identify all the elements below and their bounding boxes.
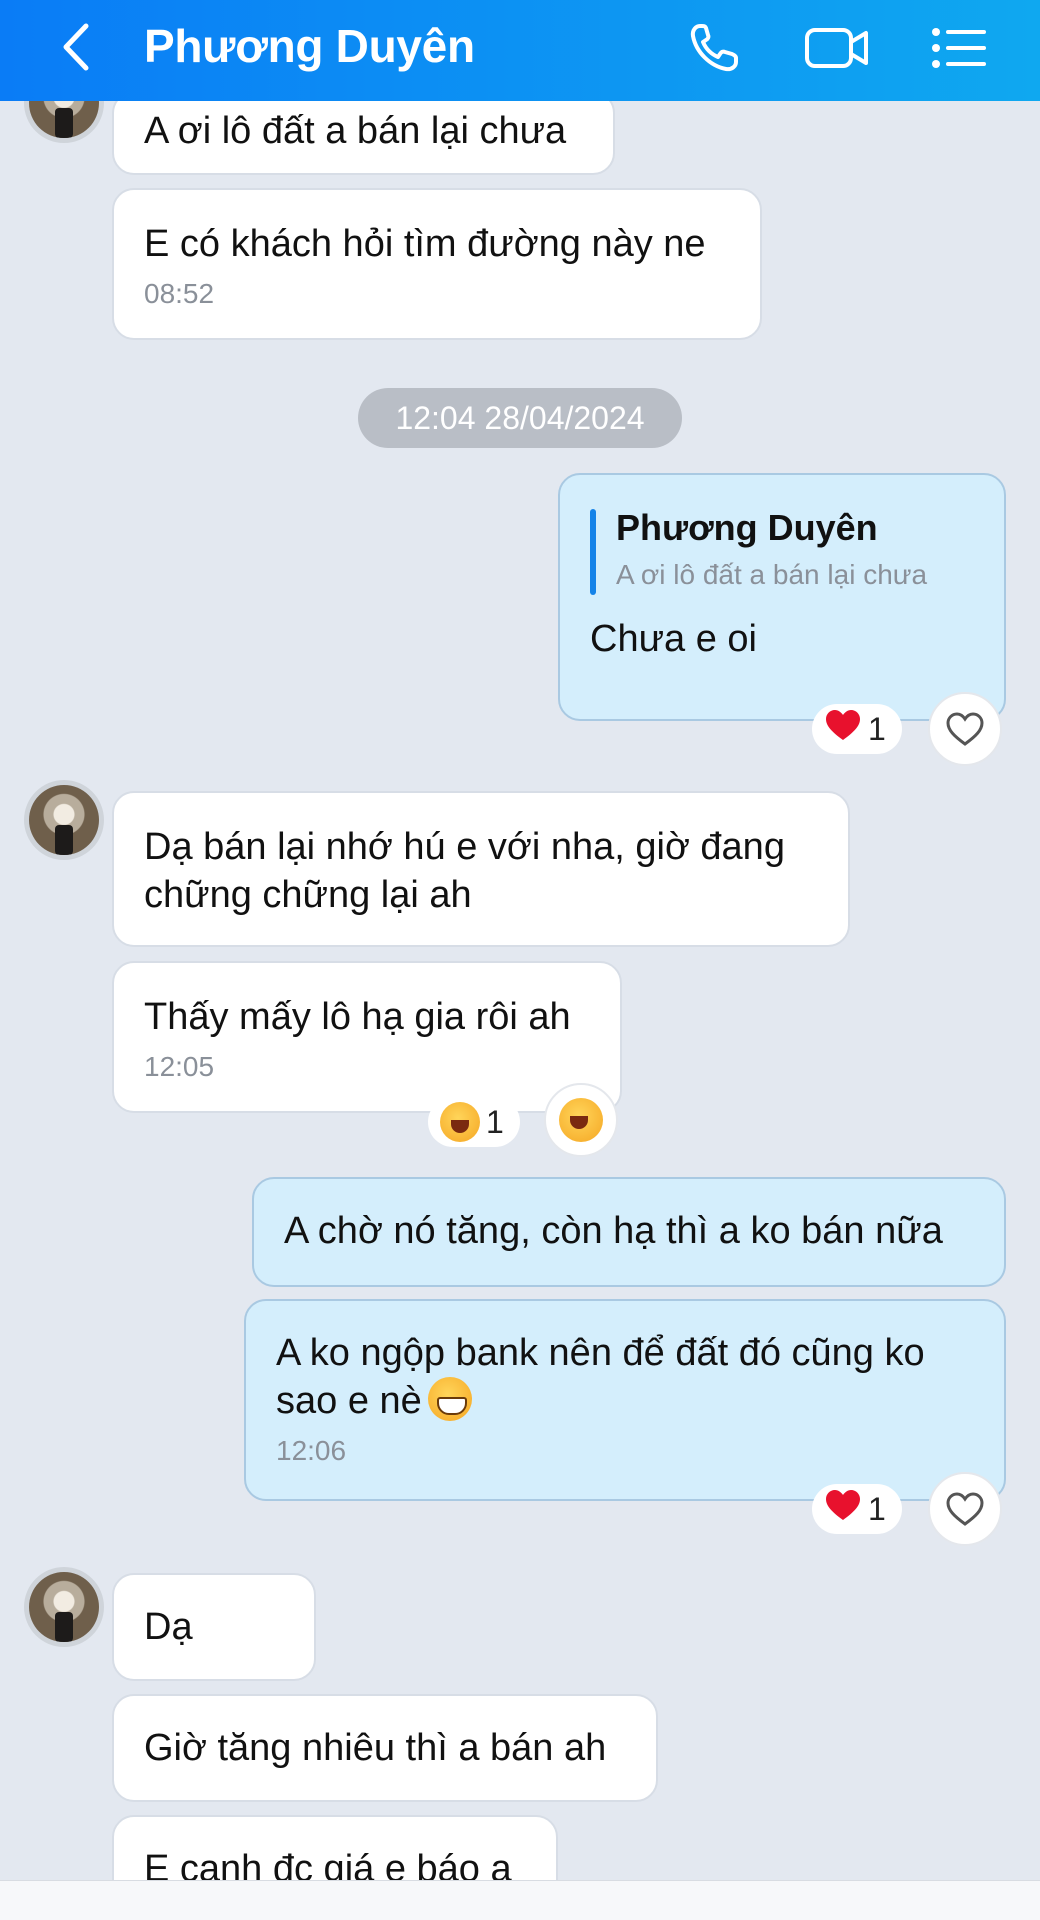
message-text: Dạ [144,1606,193,1648]
message-text: Chưa e oi [590,618,757,660]
message-text: Dạ bán lại nhớ hú e với nha, giờ đang ch… [144,826,785,916]
quoted-text: A ơi lô đất a bán lại chưa [616,559,928,590]
laughing-emoji-icon [559,1098,603,1142]
message-text: A chờ nó tăng, còn hạ thì a ko bán nữa [284,1210,943,1252]
outgoing-message-bubble[interactable]: A ko ngộp bank nên để đất đó cũng ko sao… [244,1299,1006,1501]
grinning-emoji-icon [427,1377,472,1421]
quoted-sender-name: Phương Duyên [616,507,878,548]
phone-icon[interactable] [686,20,746,76]
chat-header: Phương Duyên [0,0,1040,101]
heart-reaction-icon [824,708,862,750]
react-heart-button[interactable] [928,1472,1002,1546]
message-text: E canh đc giá e báo a [144,1848,512,1880]
message-time: 12:06 [276,1435,347,1466]
reaction-summary[interactable]: 1 [428,1097,520,1147]
message-text: E có khách hỏi tìm đường này ne [144,223,706,265]
heart-reaction-icon [824,1488,862,1530]
reaction-count: 1 [868,1490,886,1527]
message-text: Thấy mấy lô hạ gia rôi ah [144,996,571,1038]
date-separator: 12:04 28/04/2024 [358,388,682,448]
reaction-summary[interactable]: 1 [812,704,902,754]
video-call-icon[interactable] [804,20,868,76]
laughing-reaction-icon [440,1102,480,1142]
incoming-message-bubble[interactable]: Dạ [112,1573,316,1681]
message-time: 08:52 [144,278,215,309]
incoming-message-bubble[interactable]: Dạ bán lại nhớ hú e với nha, giờ đang ch… [112,791,850,947]
contact-avatar[interactable] [24,780,104,860]
menu-list-icon[interactable] [930,20,990,76]
outgoing-message-bubble[interactable]: Phương Duyên A ơi lô đất a bán lại chưa … [558,473,1006,721]
incoming-message-bubble[interactable]: A ơi lô đất a bán lại chưa [112,101,615,175]
react-laughing-button[interactable] [544,1083,618,1157]
quoted-message[interactable]: Phương Duyên A ơi lô đất a bán lại chưa [590,505,974,595]
message-text: A ko ngộp bank nên để đất đó cũng ko sao… [276,1332,925,1422]
outgoing-message-bubble[interactable]: A chờ nó tăng, còn hạ thì a ko bán nữa [252,1177,1006,1287]
message-input-bar[interactable] [0,1880,1040,1920]
message-text: A ơi lô đất a bán lại chưa [144,110,567,152]
contact-avatar[interactable] [24,101,104,143]
incoming-message-bubble[interactable]: E có khách hỏi tìm đường này ne 08:52 [112,188,762,340]
incoming-message-bubble[interactable]: Thấy mấy lô hạ gia rôi ah 12:05 [112,961,622,1113]
message-time: 12:05 [144,1051,215,1082]
message-text: Giờ tăng nhiêu thì a bán ah [144,1727,607,1769]
incoming-message-bubble[interactable]: Giờ tăng nhiêu thì a bán ah [112,1694,658,1802]
reaction-count: 1 [868,710,886,747]
reaction-summary[interactable]: 1 [812,1484,902,1534]
contact-name-title[interactable]: Phương Duyên [144,18,475,74]
chat-messages-area[interactable]: A ơi lô đất a bán lại chưa E có khách hỏ… [0,101,1040,1880]
back-chevron-icon[interactable] [56,22,96,72]
reaction-count: 1 [486,1103,504,1140]
contact-avatar[interactable] [24,1567,104,1647]
react-heart-button[interactable] [928,692,1002,766]
incoming-message-bubble[interactable]: E canh đc giá e báo a [112,1815,558,1880]
